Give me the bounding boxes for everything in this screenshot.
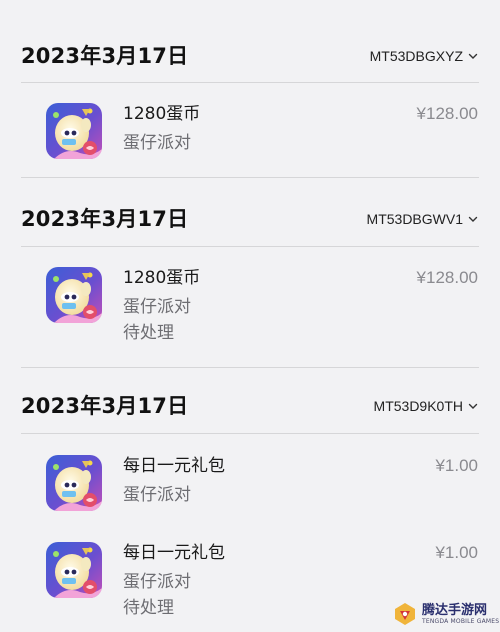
- order-id-text: MT53DBGXYZ: [369, 48, 463, 64]
- divider: [21, 433, 479, 434]
- item-price: ¥1.00: [435, 543, 478, 562]
- item-status-pending: 待处理: [123, 598, 174, 618]
- divider: [21, 177, 479, 178]
- order-date: 2023年3月17日: [21, 394, 189, 418]
- item-price: ¥128.00: [416, 104, 478, 123]
- watermark: 腾达手游网 TENGDA MOBILE GAMES: [392, 596, 500, 632]
- item-app-name: 蛋仔派对: [123, 485, 191, 505]
- watermark-subtext: TENGDA MOBILE GAMES: [422, 617, 500, 625]
- order-group-header[interactable]: 2023年3月17日 MT53DBGWV1: [0, 199, 500, 239]
- item-title: 1280蛋币: [123, 104, 201, 124]
- order-group-header[interactable]: 2023年3月17日 MT53DBGXYZ: [0, 36, 500, 76]
- item-price: ¥128.00: [416, 268, 478, 287]
- item-app-name: 蛋仔派对: [123, 572, 191, 592]
- order-id-text: MT53DBGWV1: [366, 211, 463, 227]
- watermark-text: 腾达手游网: [422, 602, 488, 618]
- order-id-toggle[interactable]: MT53D9K0TH: [374, 386, 478, 426]
- purchase-history-page: 2023年3月17日 MT53DBGXYZ 1280蛋币 蛋仔派对 ¥128.0…: [0, 0, 500, 632]
- item-title: 1280蛋币: [123, 268, 201, 288]
- divider: [21, 82, 479, 83]
- egg-party-app-icon: [46, 455, 102, 511]
- chevron-down-icon: [468, 216, 478, 222]
- divider: [21, 367, 479, 368]
- item-app-name: 蛋仔派对: [123, 133, 191, 153]
- chevron-down-icon: [468, 403, 478, 409]
- order-date: 2023年3月17日: [21, 207, 189, 231]
- order-group-header[interactable]: 2023年3月17日 MT53D9K0TH: [0, 386, 500, 426]
- item-title: 每日一元礼包: [123, 456, 225, 476]
- order-date: 2023年3月17日: [21, 44, 189, 68]
- chevron-down-icon: [468, 53, 478, 59]
- item-status-pending: 待处理: [123, 323, 174, 343]
- order-id-text: MT53D9K0TH: [373, 398, 463, 414]
- egg-party-app-icon: [46, 542, 102, 598]
- egg-party-app-icon: [46, 103, 102, 159]
- item-price: ¥1.00: [435, 456, 478, 475]
- divider: [21, 246, 479, 247]
- order-id-toggle[interactable]: MT53DBGXYZ: [370, 36, 478, 76]
- tengda-logo-icon: [395, 603, 415, 625]
- order-id-toggle[interactable]: MT53DBGWV1: [367, 199, 478, 239]
- egg-party-app-icon: [46, 267, 102, 323]
- item-title: 每日一元礼包: [123, 543, 225, 563]
- item-app-name: 蛋仔派对: [123, 297, 191, 317]
